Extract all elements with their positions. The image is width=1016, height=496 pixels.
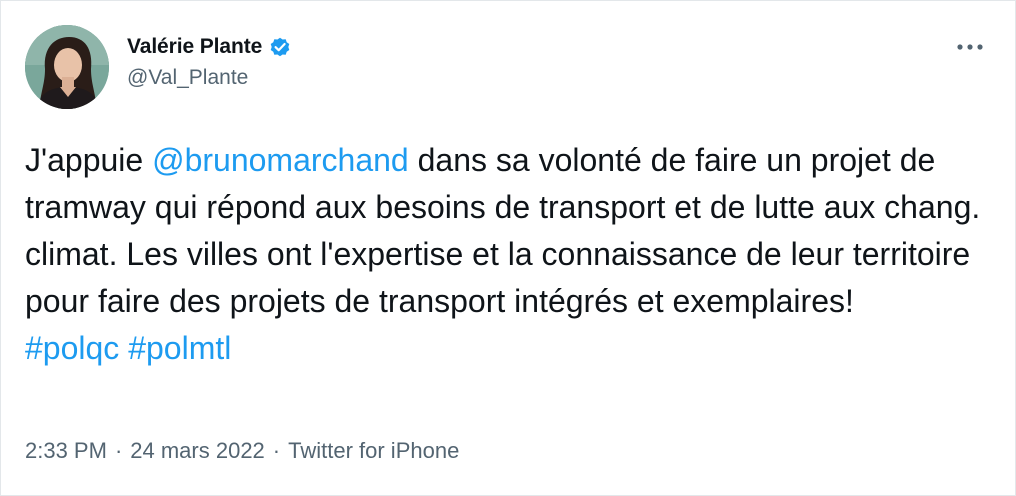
mention-link[interactable]: @brunomarchand <box>152 142 409 178</box>
user-handle[interactable]: @Val_Plante <box>127 66 292 90</box>
tweet-text-segment <box>119 330 128 366</box>
tweet-date-link[interactable]: 24 mars 2022 <box>130 438 265 464</box>
avatar[interactable] <box>25 25 109 109</box>
tweet-text-segment: J'appuie <box>25 142 153 178</box>
author-block: Valérie Plante @Val_Plante <box>127 31 292 90</box>
display-name[interactable]: Valérie Plante <box>127 35 262 59</box>
tweet-card: Valérie Plante @Val_Plante J'appuie @bru… <box>0 0 1016 496</box>
profile-photo-icon <box>25 25 109 109</box>
meta-separator: · <box>272 438 281 463</box>
tweet-time-link[interactable]: 2:33 PM <box>25 438 107 464</box>
meta-separator: · <box>114 438 123 463</box>
more-options-icon[interactable] <box>955 37 985 57</box>
name-row: Valérie Plante <box>127 31 292 63</box>
verified-badge-icon <box>268 35 292 59</box>
hashtag-link[interactable]: #polqc <box>25 330 119 366</box>
hashtag-link[interactable]: #polmtl <box>128 330 231 366</box>
tweet-source-link[interactable]: Twitter for iPhone <box>288 438 459 464</box>
tweet-meta: 2:33 PM · 24 mars 2022 · Twitter for iPh… <box>25 438 459 464</box>
tweet-text: J'appuie @brunomarchand dans sa volonté … <box>25 137 993 372</box>
